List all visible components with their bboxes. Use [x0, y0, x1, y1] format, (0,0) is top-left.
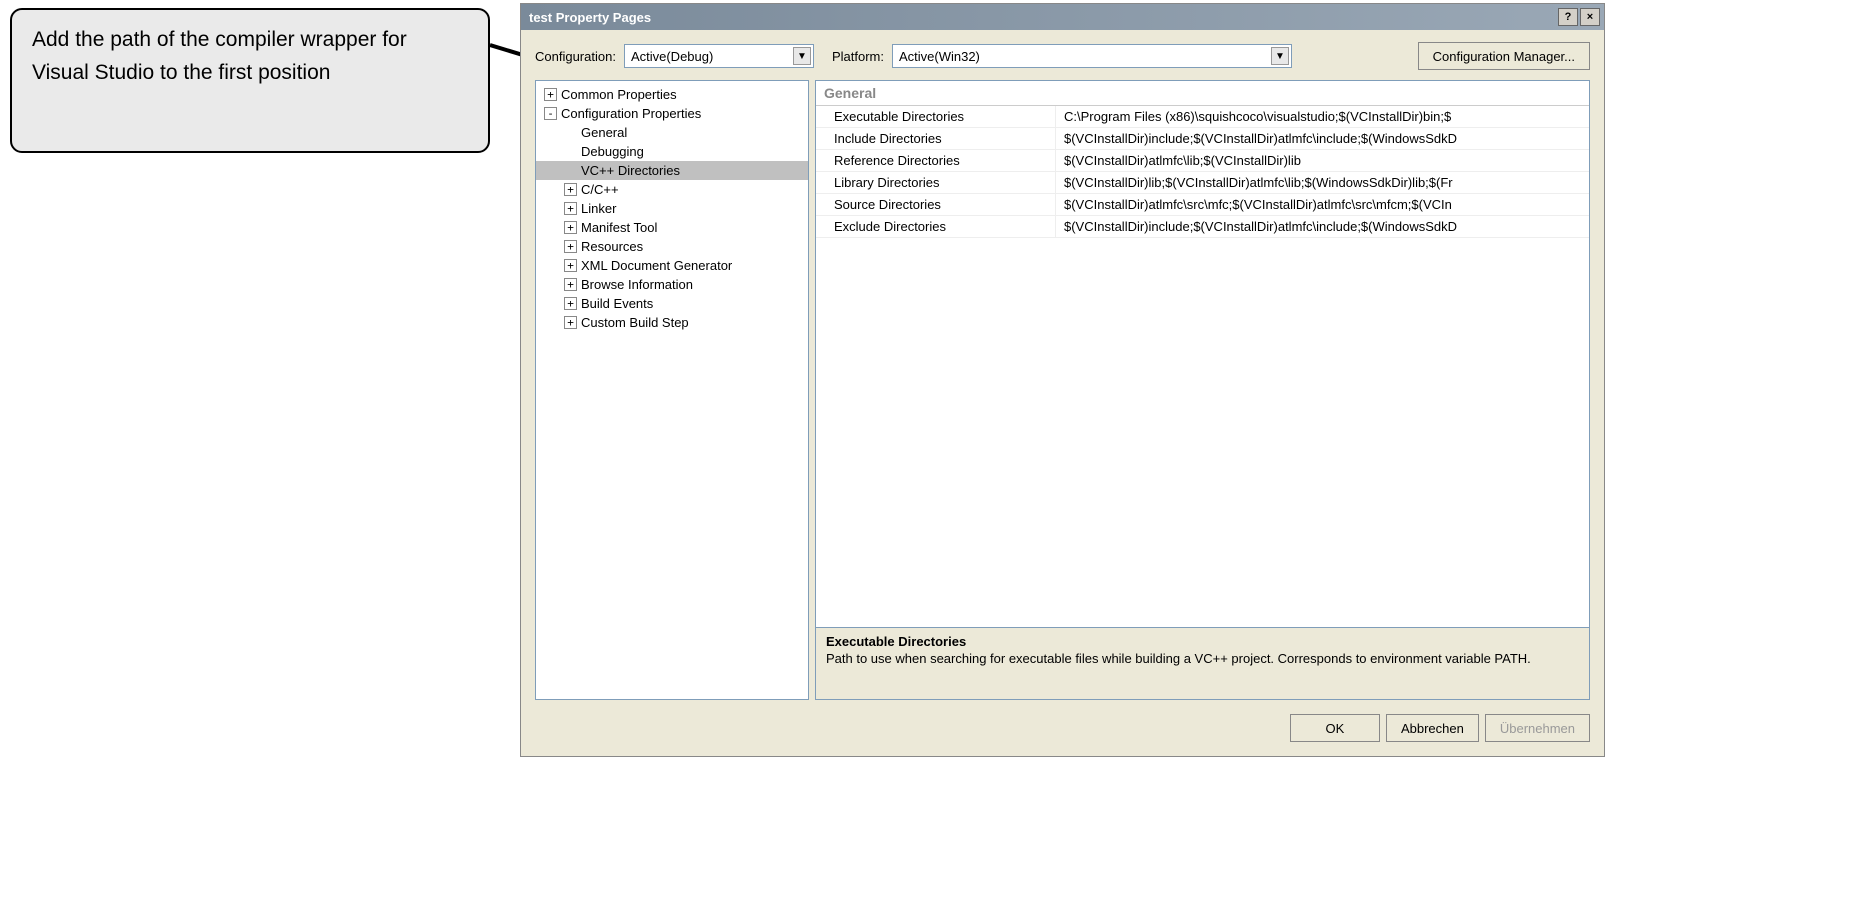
platform-select[interactable]: Active(Win32) ▼	[892, 44, 1292, 68]
expand-icon[interactable]: +	[564, 316, 577, 329]
title-bar: test Property Pages ? ×	[521, 4, 1604, 30]
property-value[interactable]: C:\Program Files (x86)\squishcoco\visual…	[1056, 106, 1589, 127]
expand-icon[interactable]: +	[564, 202, 577, 215]
configuration-label: Configuration:	[535, 49, 616, 64]
tree-item[interactable]: + Build Events	[536, 294, 808, 313]
collapse-icon[interactable]: -	[544, 107, 557, 120]
ok-button[interactable]: OK	[1290, 714, 1380, 742]
tree-item[interactable]: General	[536, 123, 808, 142]
expand-icon[interactable]: +	[564, 278, 577, 291]
tree-item[interactable]: + Linker	[536, 199, 808, 218]
configuration-manager-button[interactable]: Configuration Manager...	[1418, 42, 1590, 70]
property-row[interactable]: Exclude Directories$(VCInstallDir)includ…	[816, 216, 1589, 238]
property-value[interactable]: $(VCInstallDir)include;$(VCInstallDir)at…	[1056, 128, 1589, 149]
property-label: Library Directories	[816, 172, 1056, 193]
close-button[interactable]: ×	[1580, 8, 1600, 26]
toolbar: Configuration: Active(Debug) ▼ Platform:…	[521, 30, 1604, 80]
property-value[interactable]: $(VCInstallDir)lib;$(VCInstallDir)atlmfc…	[1056, 172, 1589, 193]
help-button[interactable]: ?	[1558, 8, 1578, 26]
expand-icon[interactable]: +	[564, 259, 577, 272]
property-row[interactable]: Source Directories$(VCInstallDir)atlmfc\…	[816, 194, 1589, 216]
tree-item-label: Debugging	[581, 144, 644, 159]
property-row[interactable]: Reference Directories$(VCInstallDir)atlm…	[816, 150, 1589, 172]
right-panel: General Executable DirectoriesC:\Program…	[815, 80, 1590, 700]
property-value[interactable]: $(VCInstallDir)include;$(VCInstallDir)at…	[1056, 216, 1589, 237]
property-value[interactable]: $(VCInstallDir)atlmfc\lib;$(VCInstallDir…	[1056, 150, 1589, 171]
configuration-select[interactable]: Active(Debug) ▼	[624, 44, 814, 68]
tree-view[interactable]: +Common Properties-Configuration Propert…	[535, 80, 809, 700]
property-label: Source Directories	[816, 194, 1056, 215]
dialog-buttons: OK Abbrechen Übernehmen	[521, 700, 1604, 756]
configuration-value: Active(Debug)	[631, 49, 789, 64]
tree-item-label: Configuration Properties	[561, 106, 701, 121]
tree-item-label: General	[581, 125, 627, 140]
description-title: Executable Directories	[826, 634, 1579, 649]
cancel-button[interactable]: Abbrechen	[1386, 714, 1479, 742]
body-area: +Common Properties-Configuration Propert…	[521, 80, 1604, 700]
description-box: Executable Directories Path to use when …	[815, 628, 1590, 700]
tree-item[interactable]: + XML Document Generator	[536, 256, 808, 275]
grid-header: General	[816, 81, 1589, 106]
tree-item[interactable]: + C/C++	[536, 180, 808, 199]
expand-icon[interactable]: +	[564, 297, 577, 310]
tree-item[interactable]: Debugging	[536, 142, 808, 161]
apply-button[interactable]: Übernehmen	[1485, 714, 1590, 742]
platform-label: Platform:	[832, 49, 884, 64]
tree-item[interactable]: + Custom Build Step	[536, 313, 808, 332]
tree-item[interactable]: + Resources	[536, 237, 808, 256]
tree-item[interactable]: -Configuration Properties	[536, 104, 808, 123]
property-row[interactable]: Include Directories$(VCInstallDir)includ…	[816, 128, 1589, 150]
chevron-down-icon: ▼	[793, 47, 811, 65]
tree-item[interactable]: + Browse Information	[536, 275, 808, 294]
property-label: Executable Directories	[816, 106, 1056, 127]
tree-item[interactable]: + Common Properties	[536, 85, 808, 104]
platform-value: Active(Win32)	[899, 49, 1267, 64]
description-text: Path to use when searching for executabl…	[826, 651, 1579, 666]
tree-item-label: Linker	[581, 201, 616, 216]
tree-item-label: C/C++	[581, 182, 619, 197]
property-label: Exclude Directories	[816, 216, 1056, 237]
tree-item-label: VC++ Directories	[581, 163, 680, 178]
dialog-title: test Property Pages	[529, 10, 651, 25]
tree-item[interactable]: + Manifest Tool	[536, 218, 808, 237]
expand-icon[interactable]: +	[564, 183, 577, 196]
property-label: Reference Directories	[816, 150, 1056, 171]
tree-item-label: Custom Build Step	[581, 315, 689, 330]
tree-item-label: Browse Information	[581, 277, 693, 292]
callout-box: Add the path of the compiler wrapper for…	[10, 8, 490, 153]
chevron-down-icon: ▼	[1271, 47, 1289, 65]
property-value[interactable]: $(VCInstallDir)atlmfc\src\mfc;$(VCInstal…	[1056, 194, 1589, 215]
property-pages-dialog: test Property Pages ? × Configuration: A…	[520, 3, 1605, 757]
expand-icon[interactable]: +	[564, 221, 577, 234]
tree-item-label: Build Events	[581, 296, 653, 311]
tree-item[interactable]: VC++ Directories	[536, 161, 808, 180]
expand-icon[interactable]: +	[564, 240, 577, 253]
tree-item-label: Manifest Tool	[581, 220, 657, 235]
callout-text: Add the path of the compiler wrapper for…	[32, 28, 407, 84]
tree-item-label: Common Properties	[561, 87, 677, 102]
tree-item-label: Resources	[581, 239, 643, 254]
property-row[interactable]: Library Directories$(VCInstallDir)lib;$(…	[816, 172, 1589, 194]
property-label: Include Directories	[816, 128, 1056, 149]
expand-icon[interactable]: +	[544, 88, 557, 101]
property-grid: General Executable DirectoriesC:\Program…	[815, 80, 1590, 628]
property-row[interactable]: Executable DirectoriesC:\Program Files (…	[816, 106, 1589, 128]
tree-item-label: XML Document Generator	[581, 258, 732, 273]
